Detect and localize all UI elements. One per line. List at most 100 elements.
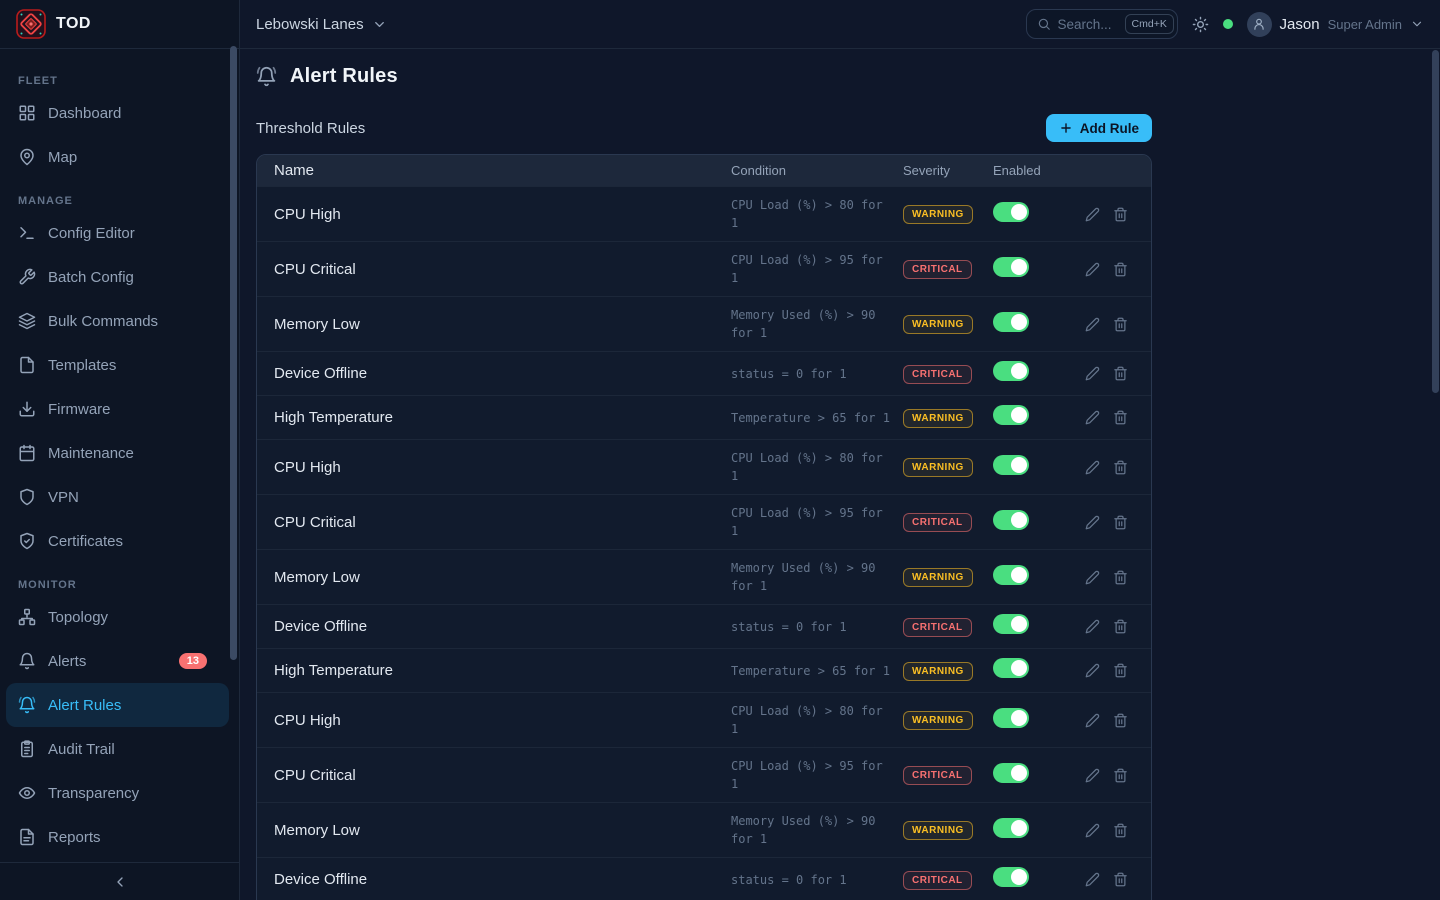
sidebar-item-templates[interactable]: Templates — [6, 343, 229, 387]
column-condition: Condition — [731, 163, 903, 178]
edit-button[interactable] — [1085, 207, 1100, 222]
main-scrollbar — [1432, 50, 1440, 900]
main-scrollbar-thumb[interactable] — [1432, 50, 1439, 393]
delete-button[interactable] — [1113, 663, 1128, 678]
sidebar-item-alerts[interactable]: Alerts 13 — [6, 639, 229, 683]
section-label-manage: MANAGE — [18, 195, 239, 207]
enabled-toggle[interactable] — [993, 202, 1029, 222]
sidebar-item-reports[interactable]: Reports — [6, 815, 229, 859]
trash-icon — [1113, 663, 1128, 678]
edit-button[interactable] — [1085, 570, 1100, 585]
layers-icon — [18, 312, 36, 330]
trash-icon — [1113, 768, 1128, 783]
delete-button[interactable] — [1113, 410, 1128, 425]
table-row: CPU Critical CPU Load (%) > 95 for 1 CRI… — [257, 241, 1151, 296]
severity-badge: WARNING — [903, 568, 973, 587]
sidebar-item-bulk-commands[interactable]: Bulk Commands — [6, 299, 229, 343]
sidebar-item-maintenance[interactable]: Maintenance — [6, 431, 229, 475]
sidebar-item-certificates[interactable]: Certificates — [6, 519, 229, 563]
severity-badge: WARNING — [903, 662, 973, 681]
severity-badge: WARNING — [903, 458, 973, 477]
edit-button[interactable] — [1085, 460, 1100, 475]
sidebar-item-firmware[interactable]: Firmware — [6, 387, 229, 431]
sidebar: TOD FLEET Dashboard Map MANAGE Config Ed… — [0, 0, 240, 900]
delete-button[interactable] — [1113, 570, 1128, 585]
enabled-toggle[interactable] — [993, 763, 1029, 783]
sidebar-item-transparency[interactable]: Transparency — [6, 771, 229, 815]
enabled-toggle[interactable] — [993, 565, 1029, 585]
search-input[interactable] — [1058, 17, 1118, 32]
sidebar-item-alert-rules[interactable]: Alert Rules — [6, 683, 229, 727]
delete-button[interactable] — [1113, 768, 1128, 783]
table-header: Name Condition Severity Enabled — [257, 155, 1151, 186]
pencil-icon — [1085, 872, 1100, 887]
delete-button[interactable] — [1113, 366, 1128, 381]
enabled-toggle[interactable] — [993, 405, 1029, 425]
download-icon — [18, 400, 36, 418]
sidebar-item-dashboard[interactable]: Dashboard — [6, 91, 229, 135]
delete-button[interactable] — [1113, 713, 1128, 728]
enabled-toggle[interactable] — [993, 614, 1029, 634]
trash-icon — [1113, 713, 1128, 728]
enabled-toggle[interactable] — [993, 818, 1029, 838]
enabled-toggle[interactable] — [993, 361, 1029, 381]
enabled-toggle[interactable] — [993, 257, 1029, 277]
enabled-toggle[interactable] — [993, 510, 1029, 530]
sidebar-item-map[interactable]: Map — [6, 135, 229, 179]
enabled-toggle[interactable] — [993, 708, 1029, 728]
edit-button[interactable] — [1085, 713, 1100, 728]
edit-button[interactable] — [1085, 366, 1100, 381]
rule-name: Memory Low — [257, 316, 731, 333]
file-text-icon — [18, 828, 36, 846]
sidebar-item-topology[interactable]: Topology — [6, 595, 229, 639]
sidebar-collapse-button[interactable] — [112, 874, 128, 890]
rule-condition: Memory Used (%) > 90 for 1 — [731, 814, 876, 846]
edit-button[interactable] — [1085, 515, 1100, 530]
edit-button[interactable] — [1085, 663, 1100, 678]
theme-toggle-button[interactable] — [1192, 16, 1209, 33]
rule-name: Memory Low — [257, 569, 731, 586]
sidebar-item-config-editor[interactable]: Config Editor — [6, 211, 229, 255]
sidebar-item-batch-config[interactable]: Batch Config — [6, 255, 229, 299]
section-title: Threshold Rules — [256, 120, 365, 137]
search-box[interactable]: Cmd+K — [1026, 9, 1178, 39]
map-pin-icon — [18, 148, 36, 166]
delete-button[interactable] — [1113, 872, 1128, 887]
trash-icon — [1113, 262, 1128, 277]
severity-badge: CRITICAL — [903, 513, 972, 532]
enabled-toggle[interactable] — [993, 658, 1029, 678]
delete-button[interactable] — [1113, 515, 1128, 530]
enabled-toggle[interactable] — [993, 312, 1029, 332]
edit-button[interactable] — [1085, 823, 1100, 838]
table-row: Device Offline status = 0 for 1 CRITICAL — [257, 857, 1151, 900]
sidebar-scrollbar[interactable] — [230, 46, 237, 660]
add-rule-button[interactable]: Add Rule — [1046, 114, 1152, 142]
pencil-icon — [1085, 317, 1100, 332]
enabled-toggle[interactable] — [993, 455, 1029, 475]
delete-button[interactable] — [1113, 823, 1128, 838]
edit-button[interactable] — [1085, 410, 1100, 425]
edit-button[interactable] — [1085, 262, 1100, 277]
sidebar-item-audit-trail[interactable]: Audit Trail — [6, 727, 229, 771]
delete-button[interactable] — [1113, 317, 1128, 332]
pencil-icon — [1085, 713, 1100, 728]
delete-button[interactable] — [1113, 619, 1128, 634]
user-role: Super Admin — [1328, 17, 1402, 32]
delete-button[interactable] — [1113, 207, 1128, 222]
section-label-monitor: MONITOR — [18, 579, 239, 591]
edit-button[interactable] — [1085, 872, 1100, 887]
edit-button[interactable] — [1085, 317, 1100, 332]
severity-badge: WARNING — [903, 409, 973, 428]
enabled-toggle[interactable] — [993, 867, 1029, 887]
severity-badge: CRITICAL — [903, 618, 972, 637]
delete-button[interactable] — [1113, 262, 1128, 277]
wrench-icon — [18, 268, 36, 286]
severity-badge: CRITICAL — [903, 260, 972, 279]
org-switcher[interactable]: Lebowski Lanes — [256, 16, 387, 33]
user-menu[interactable]: Jason Super Admin — [1247, 12, 1424, 37]
sidebar-item-vpn[interactable]: VPN — [6, 475, 229, 519]
edit-button[interactable] — [1085, 619, 1100, 634]
delete-button[interactable] — [1113, 460, 1128, 475]
edit-button[interactable] — [1085, 768, 1100, 783]
rule-condition: status = 0 for 1 — [731, 620, 847, 634]
